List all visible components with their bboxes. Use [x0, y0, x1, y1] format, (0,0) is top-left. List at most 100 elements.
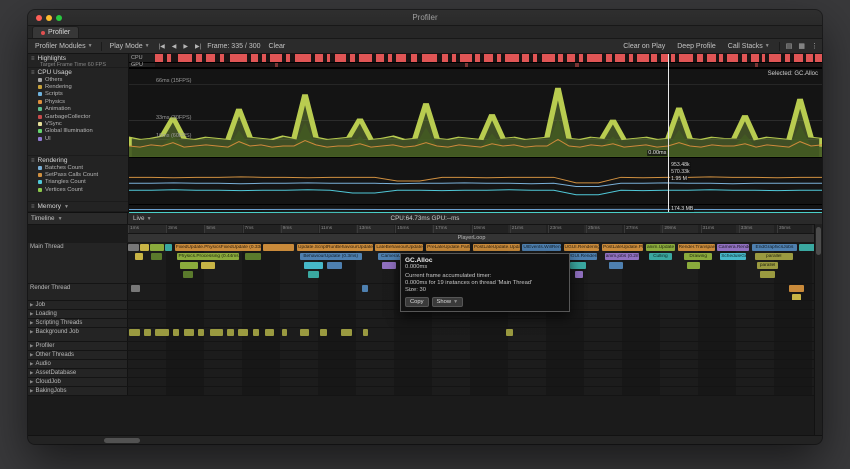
frame-bar[interactable] [452, 54, 455, 62]
frame-bar[interactable] [707, 54, 716, 62]
timeline-segment[interactable]: parallel [755, 253, 793, 260]
thread-row-profiler[interactable]: ▶Profiler [28, 342, 815, 351]
timeline-segment[interactable] [263, 244, 295, 251]
frame-bar[interactable] [794, 54, 803, 62]
title-bar[interactable]: Profiler [28, 10, 822, 26]
vertical-scrollbar[interactable] [814, 224, 822, 436]
expand-arrow-icon[interactable]: ▶ [30, 329, 33, 335]
close-window-button[interactable] [36, 15, 42, 21]
frame-bar[interactable] [522, 54, 529, 62]
timeline-segment[interactable]: Drawing [684, 253, 711, 260]
frame-bar[interactable] [350, 54, 355, 62]
timeline-segment[interactable] [150, 244, 164, 251]
timeline-segment[interactable]: PostLateUpdate.PlayerUpdateCanvases [602, 244, 643, 251]
frame-bar[interactable] [755, 63, 758, 67]
horizontal-scrollbar[interactable] [28, 435, 822, 444]
timeline-segment[interactable] [135, 253, 143, 260]
timeline-segment[interactable]: Camera.Render (0.2ms) [717, 244, 749, 251]
vertical-scrollbar-thumb[interactable] [816, 227, 821, 255]
frame-bar[interactable] [262, 54, 266, 62]
expand-arrow-icon[interactable]: ▶ [30, 388, 33, 394]
timeline-segment[interactable] [253, 329, 258, 336]
frame-bar[interactable] [275, 63, 278, 67]
frame-bar[interactable] [411, 54, 417, 62]
legend-item-global-illumination[interactable]: Global Illumination [31, 128, 125, 135]
thread-row-audio[interactable]: ▶Audio [28, 360, 815, 369]
thread-row-background-job[interactable]: ▶Background Job [28, 328, 815, 342]
cpu-frame-strip[interactable] [155, 54, 822, 63]
minimize-window-button[interactable] [46, 15, 52, 21]
frame-bar[interactable] [567, 54, 575, 62]
expand-arrow-icon[interactable]: ▶ [30, 311, 33, 317]
timeline-segment[interactable]: FixedUpdate.PhysicsFixedUpdate (0.33ms) [175, 244, 261, 251]
timeline-segment[interactable] [173, 329, 178, 336]
timeline-segment[interactable] [183, 271, 193, 278]
timeline-segment[interactable] [155, 329, 169, 336]
last-frame-button[interactable]: ▶| [194, 43, 202, 50]
timeline-segment[interactable] [789, 285, 804, 292]
frame-bar[interactable] [762, 54, 765, 62]
thread-label[interactable]: ▶Loading [28, 310, 128, 318]
play-mode-dropdown[interactable]: Play Mode ▼ [107, 41, 153, 52]
timeline-segment[interactable]: Render.TransparentGeometry [678, 244, 715, 251]
frame-bar[interactable] [396, 54, 406, 62]
legend-item-vertices-count[interactable]: Vertices Count [31, 186, 125, 193]
first-frame-button[interactable]: |◀ [158, 43, 166, 50]
frame-bar[interactable] [442, 54, 449, 62]
legend-item-physics[interactable]: Physics [31, 98, 125, 105]
legend-item-scripts[interactable]: Scripts [31, 91, 125, 98]
timeline-segment[interactable]: Culling [649, 253, 672, 260]
timeline-segment[interactable] [282, 329, 287, 336]
thread-label[interactable]: ▶Audio [28, 360, 128, 368]
timeline-segment[interactable]: UGUI.Rendering.UpdateBatches (0.2ms) [564, 244, 600, 251]
timeline-segment[interactable] [341, 329, 352, 336]
thread-label[interactable]: ▶Other Threads [28, 351, 128, 359]
timeline-segment[interactable] [575, 271, 583, 278]
frame-bar[interactable] [359, 54, 372, 62]
frame-bar[interactable] [579, 54, 582, 62]
timeline-segment[interactable] [799, 244, 815, 251]
legend-item-ui[interactable]: UI [31, 135, 125, 142]
grid-icon[interactable]: ▦ [798, 42, 805, 50]
legend-item-vsync[interactable]: VSync [31, 120, 125, 127]
timeline-segment[interactable] [687, 262, 699, 269]
frame-bar[interactable] [587, 54, 602, 62]
timeline-segment[interactable]: BehaviourUpdate (0.3ms) [300, 253, 362, 260]
timeline-segment[interactable] [184, 329, 194, 336]
timeline-segment[interactable] [327, 262, 342, 269]
timeline-segment[interactable]: anim.jobs (0.2ms) [605, 253, 639, 260]
timeline-segment[interactable] [362, 285, 369, 292]
frame-bar[interactable] [751, 54, 759, 62]
frame-bar[interactable] [497, 54, 501, 62]
frame-bar[interactable] [679, 54, 692, 62]
layout-icon[interactable]: ▤ [786, 42, 793, 50]
more-options-icon[interactable]: ⋮ [811, 42, 818, 50]
legend-item-garbagecollector[interactable]: GarbageCollector [31, 113, 125, 120]
rendering-chart[interactable]: 953.48k570.33k1.95 M [129, 158, 822, 205]
thread-lane[interactable] [128, 360, 815, 368]
frame-bar[interactable] [376, 54, 383, 62]
thread-label[interactable]: ▶AssetDatabase [28, 369, 128, 377]
timeline-segment[interactable]: EndGraphicsJobs [752, 244, 797, 251]
time-ruler[interactable]: 1ms3ms5ms7ms9ms11ms13ms15ms17ms19ms21ms2… [128, 225, 815, 234]
frame-bar[interactable] [719, 54, 723, 62]
thread-label[interactable]: ▶Scripting Threads [28, 319, 128, 327]
frame-bar[interactable] [315, 54, 323, 62]
frame-bar[interactable] [606, 54, 612, 62]
thread-lane[interactable] [128, 369, 815, 377]
thread-row-scripting-threads[interactable]: ▶Scripting Threads [28, 319, 815, 328]
timeline-segment[interactable] [227, 329, 234, 336]
frame-bar[interactable] [769, 54, 782, 62]
frame-bar[interactable] [178, 54, 193, 62]
timeline-segment[interactable]: PostLateUpdate.UpdateAllRenderers [473, 244, 520, 251]
timeline-segment[interactable] [128, 244, 139, 251]
thread-lane[interactable] [128, 378, 815, 386]
profiler-modules-dropdown[interactable]: Profiler Modules ▼ [32, 41, 96, 52]
frame-bar[interactable] [637, 54, 649, 62]
timeline-segment[interactable]: Physics.Processing (0.44ms) [177, 253, 239, 260]
tab-profiler[interactable]: Profiler [32, 26, 79, 38]
module-memory[interactable]: ≡ Memory ▼ [28, 202, 128, 212]
clear-on-play-toggle[interactable]: Clear on Play [620, 41, 668, 52]
thread-label[interactable]: ▶Profiler [28, 342, 128, 350]
expand-arrow-icon[interactable]: ▶ [30, 352, 33, 358]
